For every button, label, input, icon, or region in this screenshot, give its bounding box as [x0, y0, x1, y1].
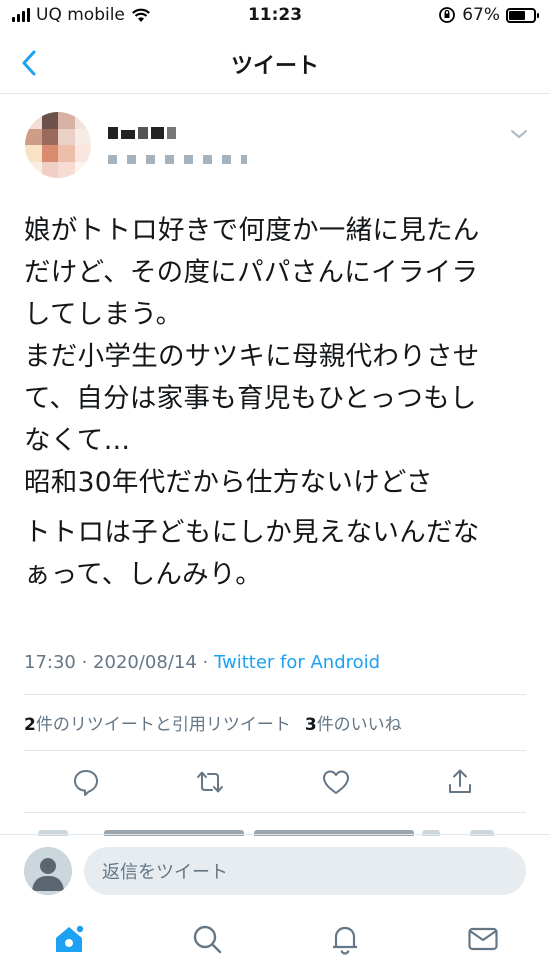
- default-avatar-icon: [24, 847, 72, 895]
- retweet-stat-label: 件のリツイートと引用リツイート: [35, 715, 291, 735]
- divider: [24, 750, 526, 751]
- share-icon[interactable]: [444, 766, 476, 798]
- divider: [24, 694, 526, 695]
- author-name-redacted[interactable]: [108, 127, 176, 139]
- search-icon[interactable]: [190, 922, 224, 956]
- like-stat[interactable]: 3件のいいね: [305, 710, 402, 735]
- tweet-meta: 17:30 · 2020/08/14 · Twitter for Android: [24, 652, 381, 673]
- home-icon[interactable]: [52, 922, 86, 956]
- status-bar: UQ mobile 11:23 67%: [0, 0, 550, 32]
- retweet-count: 2: [24, 715, 36, 735]
- chevron-down-icon[interactable]: [510, 128, 528, 140]
- messages-icon[interactable]: [466, 922, 500, 956]
- page-title: ツイート: [230, 54, 319, 79]
- retweet-stat[interactable]: 2件のリツイートと引用リツイート: [24, 710, 291, 735]
- status-right: 67%: [438, 5, 539, 25]
- tweet-time: 17:30: [24, 652, 76, 673]
- tweet-text: 娘がトトロ好きで何度か一緒に見たん だけど、その度にパパさんにイライラ してしま…: [24, 210, 529, 604]
- divider: [24, 812, 526, 813]
- reply-input[interactable]: 返信をツイート: [84, 847, 526, 895]
- like-stat-label: 件のいいね: [316, 715, 402, 735]
- tab-bar: [0, 908, 550, 978]
- nav-bar: ツイート: [0, 32, 550, 94]
- user-avatar[interactable]: [24, 847, 72, 895]
- tweet-paragraph: 娘がトトロ好きで何度か一緒に見たん だけど、その度にパパさんにイライラ してしま…: [24, 215, 480, 498]
- tweet-source-link[interactable]: Twitter for Android: [214, 652, 380, 673]
- tweet-paragraph: トトロは子どもにしか見えないんだな ぁって、しんみり。: [24, 517, 480, 590]
- tweet-actions: [0, 760, 550, 804]
- notifications-icon[interactable]: [328, 922, 362, 956]
- like-count: 3: [304, 715, 317, 735]
- author-avatar[interactable]: [25, 112, 91, 178]
- reply-bar: 返信をツイート: [0, 834, 550, 908]
- retweet-icon[interactable]: [194, 766, 226, 798]
- orientation-lock-icon: [439, 7, 456, 23]
- tweet-date: 2020/08/14: [93, 652, 197, 673]
- author-handle-redacted: [108, 155, 247, 164]
- reply-icon[interactable]: [70, 766, 102, 798]
- like-icon[interactable]: [320, 766, 352, 798]
- battery-percent: 67%: [462, 5, 500, 25]
- tweet-stats: 2件のリツイートと引用リツイート 3件のいいね: [24, 710, 402, 735]
- battery-icon: [506, 7, 539, 23]
